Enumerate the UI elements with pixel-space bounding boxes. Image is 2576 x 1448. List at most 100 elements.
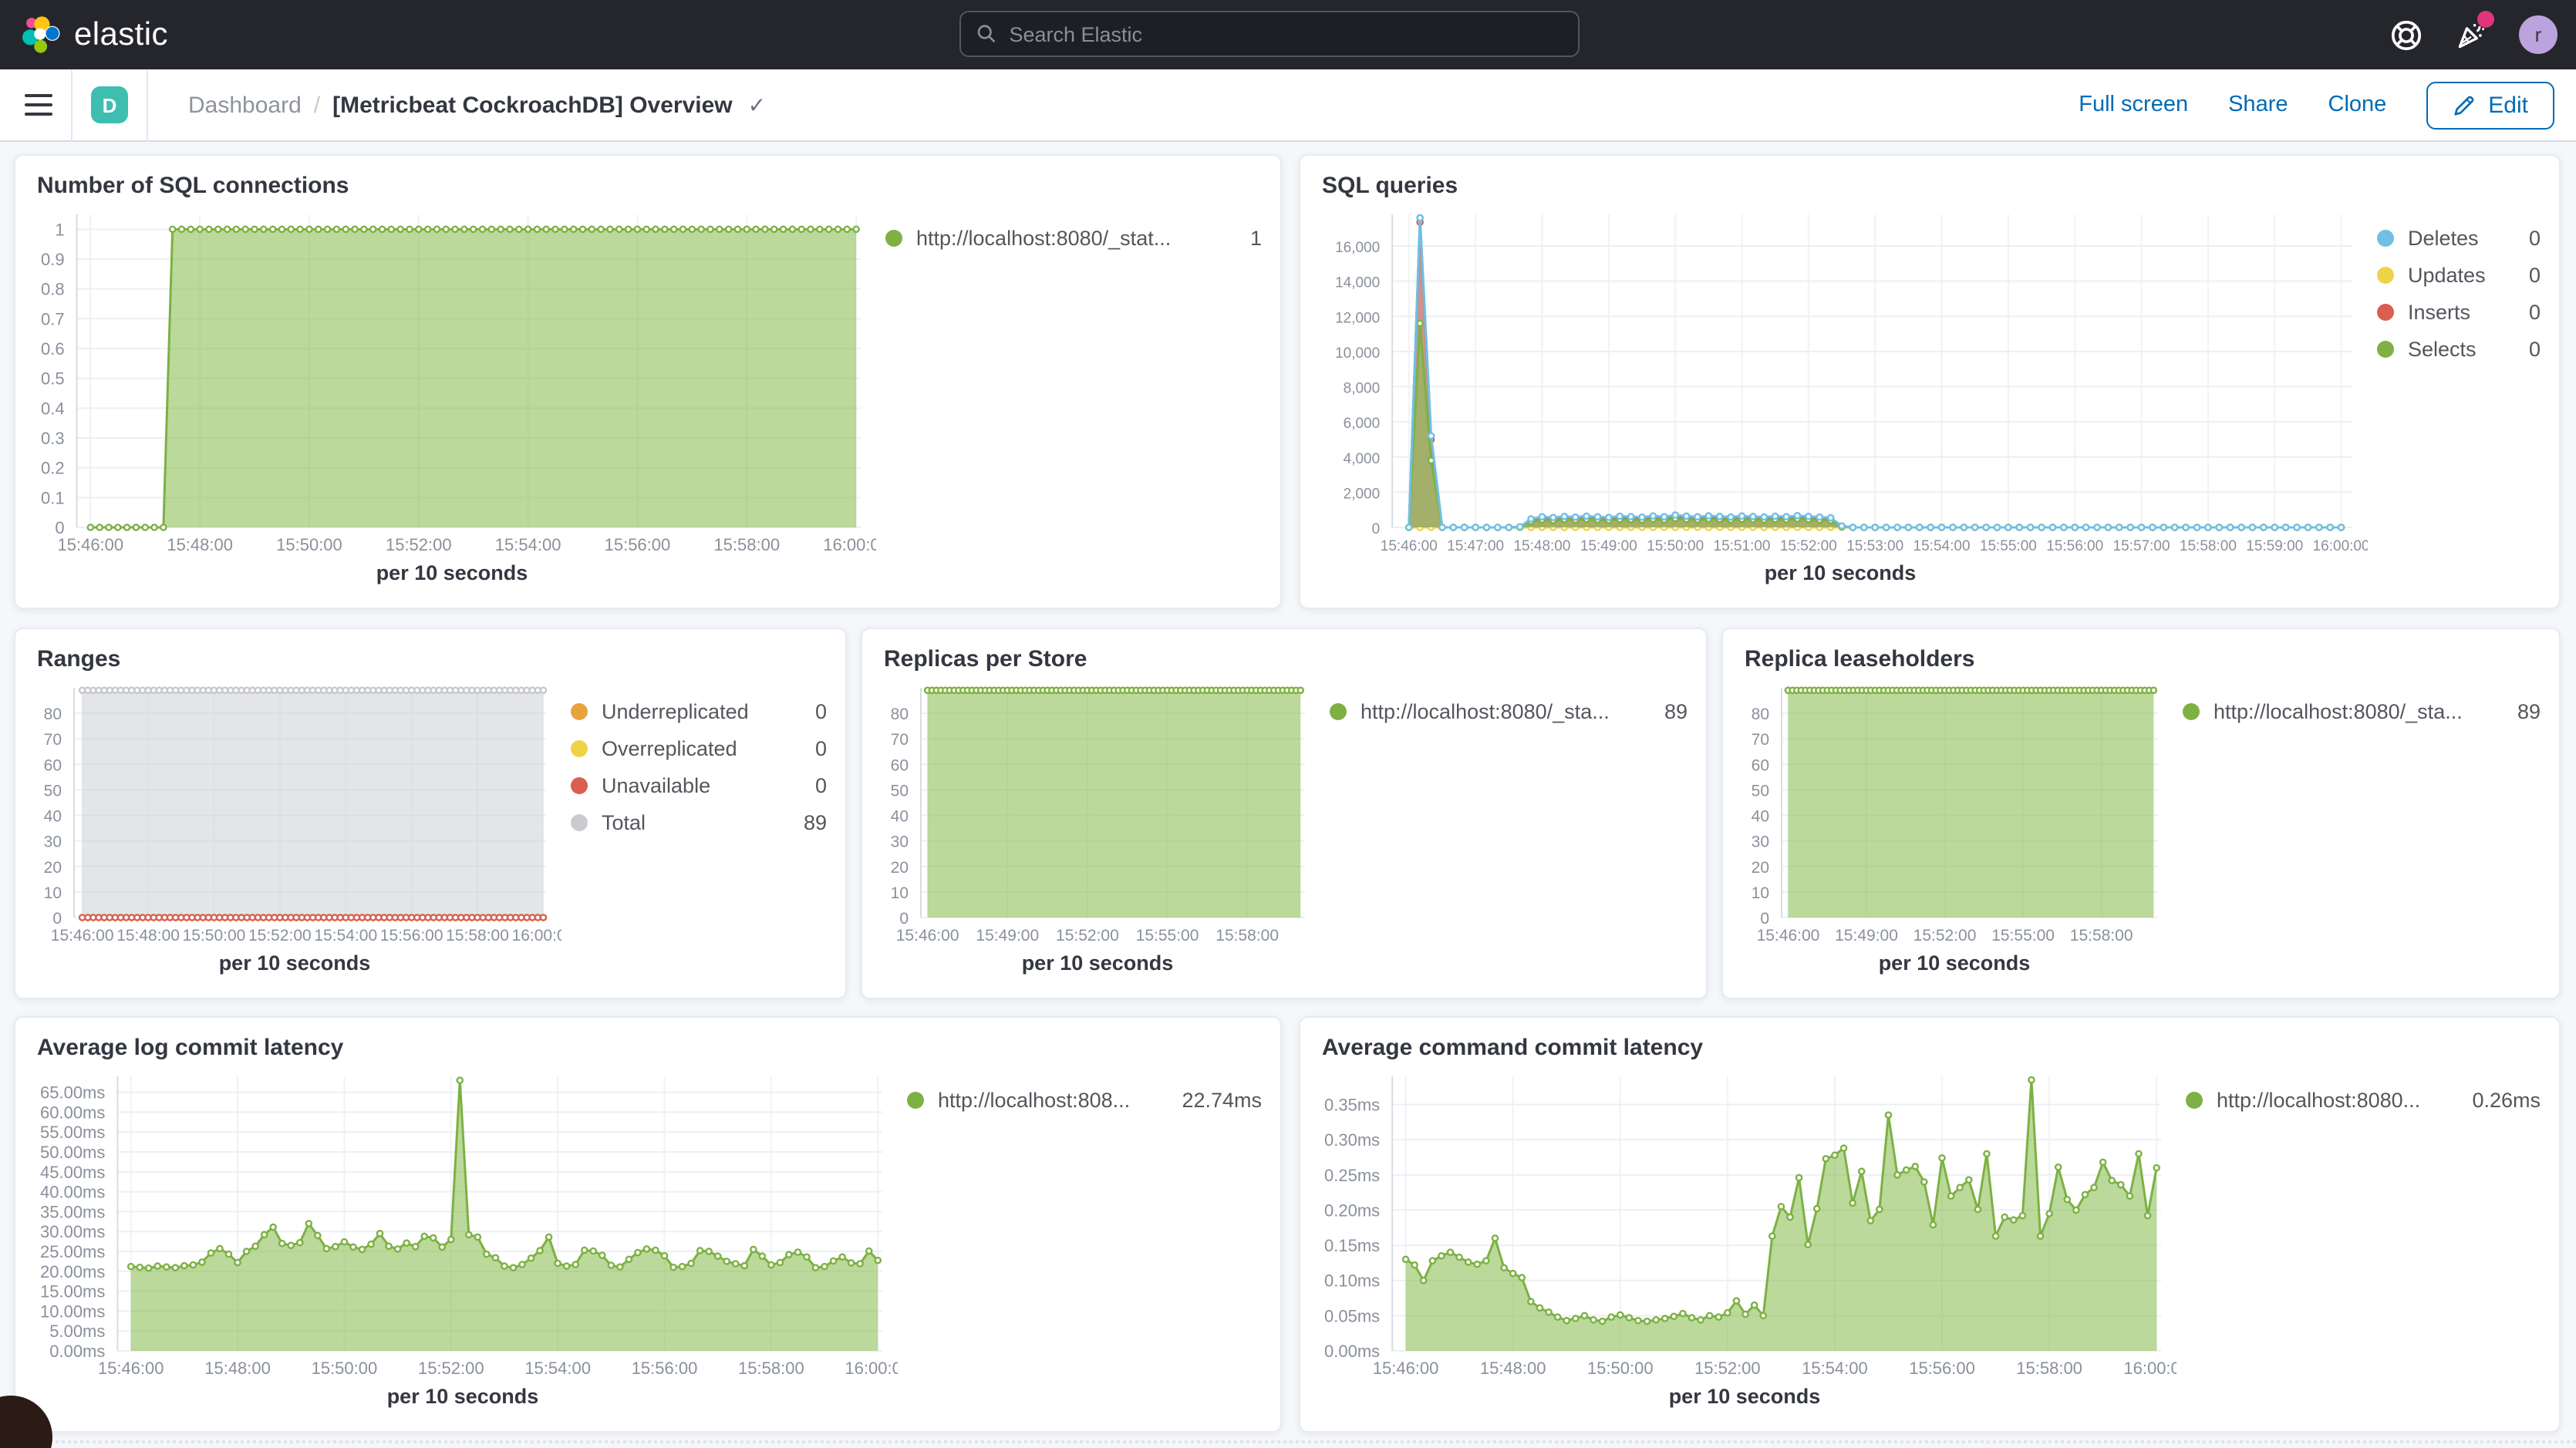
notifications-icon[interactable] xyxy=(2454,18,2488,52)
svg-text:60: 60 xyxy=(1752,756,1769,774)
svg-text:10,000: 10,000 xyxy=(1335,345,1380,362)
legend-item[interactable]: Underreplicated0 xyxy=(571,700,827,723)
svg-text:20: 20 xyxy=(44,859,62,877)
panel-title[interactable]: Number of SQL connections xyxy=(15,156,1280,202)
legend-series-dot-icon xyxy=(1330,703,1347,720)
legend-item[interactable]: Inserts0 xyxy=(2377,301,2541,324)
svg-text:80: 80 xyxy=(891,705,909,723)
svg-text:0.15ms: 0.15ms xyxy=(1324,1236,1380,1255)
grid-resize-dots xyxy=(0,1440,2576,1443)
svg-text:15:58:00: 15:58:00 xyxy=(2070,927,2133,945)
legend-item[interactable]: http://localhost:8080/_stat...1 xyxy=(885,227,1262,250)
logo-wordmark: elastic xyxy=(74,16,168,53)
legend-series-dot-icon xyxy=(2377,230,2394,247)
panel-replica-leaseholders: Replica leaseholders 0102030405060708015… xyxy=(1721,628,2561,999)
svg-text:6,000: 6,000 xyxy=(1344,416,1381,432)
chart-replicas-per-store: 0102030405060708015:46:0015:49:0015:52:0… xyxy=(875,675,1320,948)
svg-text:15:55:00: 15:55:00 xyxy=(1991,927,2055,945)
panel-title[interactable]: Average command commit latency xyxy=(1300,1018,2559,1064)
svg-text:30: 30 xyxy=(1752,833,1769,851)
chart-legend: http://localhost:808...22.74ms xyxy=(898,1064,1262,1416)
legend-item[interactable]: http://localhost:8080/_sta...89 xyxy=(2183,700,2541,723)
panel-title[interactable]: Ranges xyxy=(15,629,845,675)
edit-button[interactable]: Edit xyxy=(2426,81,2554,129)
legend-value: 0 xyxy=(2514,227,2541,250)
user-avatar[interactable]: r xyxy=(2519,15,2557,54)
menu-icon[interactable] xyxy=(25,94,52,116)
svg-text:0.00ms: 0.00ms xyxy=(1324,1342,1380,1361)
svg-text:0.10ms: 0.10ms xyxy=(1324,1271,1380,1291)
legend-item[interactable]: http://localhost:808...22.74ms xyxy=(907,1089,1262,1112)
chart-replica-leaseholders: 0102030405060708015:46:0015:49:0015:52:0… xyxy=(1735,675,2173,948)
legend-label: http://localhost:8080/_sta... xyxy=(2214,700,2463,723)
legend-label: Underreplicated xyxy=(602,700,749,723)
svg-text:15:52:00: 15:52:00 xyxy=(1780,538,1837,554)
svg-text:0.5: 0.5 xyxy=(41,369,65,389)
svg-text:2,000: 2,000 xyxy=(1344,486,1381,502)
panel-title[interactable]: SQL queries xyxy=(1300,156,2559,202)
panel-average-command-commit-latency: Average command commit latency 0.00ms0.0… xyxy=(1299,1016,2561,1433)
legend-item[interactable]: Total89 xyxy=(571,811,827,834)
share-button[interactable]: Share xyxy=(2228,93,2288,117)
legend-item[interactable]: Updates0 xyxy=(2377,264,2541,287)
kibana-dashboard-page: elastic xyxy=(0,0,2576,1448)
chart-legend: http://localhost:8080/_sta...89 xyxy=(1320,675,1688,982)
legend-label: http://localhost:8080... xyxy=(2217,1089,2420,1112)
svg-text:15:49:00: 15:49:00 xyxy=(1580,538,1637,554)
clone-button[interactable]: Clone xyxy=(2328,93,2387,117)
legend-item[interactable]: http://localhost:8080/_sta...89 xyxy=(1330,700,1688,723)
legend-item[interactable]: Overreplicated0 xyxy=(571,737,827,760)
svg-text:15:56:00: 15:56:00 xyxy=(2046,538,2103,554)
legend-item[interactable]: Selects0 xyxy=(2377,338,2541,361)
legend-item[interactable]: http://localhost:8080...0.26ms xyxy=(2186,1089,2541,1112)
svg-text:40.00ms: 40.00ms xyxy=(40,1183,105,1202)
dashboard-app-badge[interactable]: D xyxy=(91,86,128,123)
help-icon[interactable] xyxy=(2389,18,2423,52)
svg-text:50: 50 xyxy=(891,782,909,800)
chart-sql-queries: 02,0004,0006,0008,00010,00012,00014,0001… xyxy=(1313,202,2368,558)
elastic-logo[interactable]: elastic xyxy=(0,14,168,56)
panel-title[interactable]: Average log commit latency xyxy=(15,1018,1280,1064)
page-title[interactable]: [Metricbeat CockroachDB] Overview xyxy=(332,92,733,118)
legend-label: http://localhost:808... xyxy=(938,1089,1130,1112)
svg-text:15:52:00: 15:52:00 xyxy=(1913,927,1977,945)
svg-text:0.3: 0.3 xyxy=(41,429,65,448)
panel-title[interactable]: Replicas per Store xyxy=(862,629,1706,675)
svg-text:0: 0 xyxy=(1372,521,1381,537)
svg-text:20.00ms: 20.00ms xyxy=(40,1262,105,1281)
legend-series-dot-icon xyxy=(2377,304,2394,321)
legend-item[interactable]: Unavailable0 xyxy=(571,774,827,797)
legend-label: http://localhost:8080/_sta... xyxy=(1360,700,1610,723)
svg-text:15:46:00: 15:46:00 xyxy=(1381,538,1438,554)
svg-text:15:56:00: 15:56:00 xyxy=(605,535,671,554)
elastic-logo-icon xyxy=(19,14,60,56)
svg-text:15:56:00: 15:56:00 xyxy=(632,1359,698,1378)
panel-title[interactable]: Replica leaseholders xyxy=(1723,629,2559,675)
svg-text:15:48:00: 15:48:00 xyxy=(204,1359,271,1378)
full-screen-button[interactable]: Full screen xyxy=(2079,93,2188,117)
svg-text:15:58:00: 15:58:00 xyxy=(2016,1359,2082,1378)
chart-legend: http://localhost:8080/_sta...89 xyxy=(2173,675,2541,982)
top-right-controls: r xyxy=(2389,0,2557,69)
svg-text:15:58:00: 15:58:00 xyxy=(1216,927,1279,945)
svg-text:15:46:00: 15:46:00 xyxy=(1757,927,1820,945)
x-axis-title: per 10 seconds xyxy=(28,948,561,982)
legend-series-dot-icon xyxy=(2186,1092,2203,1109)
legend-series-dot-icon xyxy=(571,814,588,831)
legend-item[interactable]: Deletes0 xyxy=(2377,227,2541,250)
legend-series-dot-icon xyxy=(2183,703,2200,720)
global-search[interactable] xyxy=(959,11,1580,57)
panel-number-of-sql-connections: Number of SQL connections 00.10.20.30.40… xyxy=(14,154,1282,609)
svg-text:50: 50 xyxy=(44,782,62,800)
svg-text:4,000: 4,000 xyxy=(1344,451,1381,467)
svg-text:15:54:00: 15:54:00 xyxy=(1913,538,1971,554)
svg-text:15:59:00: 15:59:00 xyxy=(2246,538,2303,554)
svg-text:15:55:00: 15:55:00 xyxy=(1136,927,1199,945)
svg-text:0.1: 0.1 xyxy=(41,488,65,507)
search-input[interactable] xyxy=(1009,22,1563,45)
notification-badge-dot xyxy=(2477,10,2494,27)
legend-label: Selects xyxy=(2408,338,2477,361)
breadcrumb-dashboard-link[interactable]: Dashboard xyxy=(188,92,302,118)
legend-label: Overreplicated xyxy=(602,737,737,760)
title-check-icon: ✓ xyxy=(748,92,766,118)
